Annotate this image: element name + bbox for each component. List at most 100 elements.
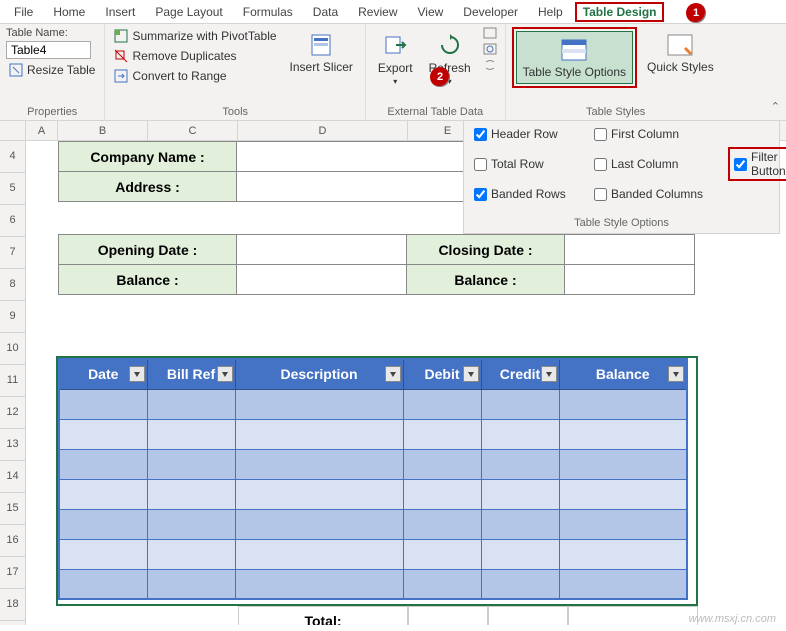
- row-header-11[interactable]: 11: [0, 365, 26, 397]
- date-balance-table: Opening Date : Closing Date : Balance : …: [58, 234, 695, 295]
- th-billref[interactable]: Bill Ref: [147, 359, 235, 389]
- row-header-7[interactable]: 7: [0, 237, 26, 269]
- style-options-icon: [560, 36, 588, 64]
- row-header-13[interactable]: 13: [0, 429, 26, 461]
- col-header-C[interactable]: C: [148, 121, 238, 140]
- closing-balance-cell[interactable]: [565, 265, 695, 295]
- row-header-9[interactable]: 9: [0, 301, 26, 333]
- table-row[interactable]: [59, 509, 687, 539]
- tab-formulas[interactable]: Formulas: [233, 2, 303, 22]
- th-balance[interactable]: Balance: [559, 359, 687, 389]
- table-style-options-button[interactable]: Table Style Options: [516, 31, 633, 84]
- quick-styles-button[interactable]: Quick Styles: [641, 27, 720, 78]
- row-header-18[interactable]: 18: [0, 589, 26, 621]
- filter-icon[interactable]: [668, 366, 684, 382]
- filter-icon[interactable]: [129, 366, 145, 382]
- col-header-B[interactable]: B: [58, 121, 148, 140]
- tab-help[interactable]: Help: [528, 2, 573, 22]
- resize-table-button[interactable]: Resize Table: [6, 61, 98, 79]
- group-label-properties: Properties: [6, 104, 98, 118]
- tab-file[interactable]: File: [4, 2, 43, 22]
- table-row[interactable]: [59, 479, 687, 509]
- row-header-10[interactable]: 10: [0, 333, 26, 365]
- row-header-17[interactable]: 17: [0, 557, 26, 589]
- insert-slicer-button[interactable]: Insert Slicer: [284, 27, 359, 78]
- th-debit[interactable]: Debit: [403, 359, 481, 389]
- ledger-data-table[interactable]: Date Bill Ref Description Debit Credit B…: [58, 358, 688, 600]
- tab-developer[interactable]: Developer: [453, 2, 528, 22]
- table-row[interactable]: [59, 539, 687, 569]
- table-style-options-panel: Header Row First Column Total Row Last C…: [463, 121, 780, 234]
- ribbon-tab-bar: File Home Insert Page Layout Formulas Da…: [0, 0, 786, 24]
- total-balance-cell[interactable]: [568, 606, 698, 625]
- col-header-A[interactable]: A: [26, 121, 58, 140]
- group-label-styles: Table Styles: [512, 104, 720, 118]
- total-debit-cell[interactable]: [408, 606, 488, 625]
- col-header-D[interactable]: D: [238, 121, 408, 140]
- total-credit-cell[interactable]: [488, 606, 568, 625]
- collapse-ribbon-icon[interactable]: ⌃: [771, 100, 780, 113]
- chk-header-row-label: Header Row: [491, 127, 558, 141]
- th-desc-label: Description: [280, 366, 357, 382]
- export-button[interactable]: Export ▾: [372, 27, 419, 90]
- refresh-icon: [436, 31, 464, 59]
- properties-small-icon[interactable]: [483, 27, 499, 41]
- select-all-corner[interactable]: [0, 121, 26, 140]
- ribbon-group-properties: Table Name: Resize Table Properties: [0, 24, 105, 120]
- chk-last-col-label: Last Column: [611, 157, 678, 171]
- slicer-icon: [307, 31, 335, 59]
- open-browser-icon[interactable]: [483, 43, 499, 57]
- tab-table-design[interactable]: Table Design: [583, 5, 657, 19]
- remove-duplicates-button[interactable]: Remove Duplicates: [111, 47, 279, 65]
- chk-header-row[interactable]: Header Row: [474, 127, 584, 141]
- chk-total-row[interactable]: Total Row: [474, 147, 584, 181]
- row-header-19[interactable]: 19: [0, 621, 26, 625]
- slicer-label: Insert Slicer: [290, 61, 353, 74]
- tab-review[interactable]: Review: [348, 2, 407, 22]
- opening-balance-cell[interactable]: [237, 265, 407, 295]
- ribbon: Table Name: Resize Table Properties Summ…: [0, 24, 786, 121]
- row-header-5[interactable]: 5: [0, 173, 26, 205]
- row-header-8[interactable]: 8: [0, 269, 26, 301]
- row-header-16[interactable]: 16: [0, 525, 26, 557]
- tab-view[interactable]: View: [408, 2, 454, 22]
- tab-home[interactable]: Home: [43, 2, 95, 22]
- unlink-icon[interactable]: [483, 59, 499, 73]
- th-billref-label: Bill Ref: [167, 366, 215, 382]
- total-row: Total:: [58, 606, 698, 625]
- table-name-input[interactable]: [6, 41, 91, 59]
- filter-button-callout: Filter Button: [728, 147, 786, 181]
- filter-icon[interactable]: [217, 366, 233, 382]
- summarize-pivot-button[interactable]: Summarize with PivotTable: [111, 27, 279, 45]
- convert-range-button[interactable]: Convert to Range: [111, 67, 279, 85]
- row-header-12[interactable]: 12: [0, 397, 26, 429]
- tab-insert[interactable]: Insert: [95, 2, 145, 22]
- table-row[interactable]: [59, 419, 687, 449]
- chk-filter-button[interactable]: Filter Button: [734, 150, 786, 178]
- filter-icon[interactable]: [385, 366, 401, 382]
- row-header-4[interactable]: 4: [0, 141, 26, 173]
- opening-date-cell[interactable]: [237, 235, 407, 265]
- row-header-6[interactable]: 6: [0, 205, 26, 237]
- th-credit[interactable]: Credit: [481, 359, 559, 389]
- th-date[interactable]: Date: [59, 359, 147, 389]
- table-row[interactable]: [59, 449, 687, 479]
- closing-date-cell[interactable]: [565, 235, 695, 265]
- ribbon-group-tools: Summarize with PivotTable Remove Duplica…: [105, 24, 365, 120]
- table-row[interactable]: [59, 389, 687, 419]
- chk-last-column[interactable]: Last Column: [594, 147, 714, 181]
- row-header-15[interactable]: 15: [0, 493, 26, 525]
- th-credit-label: Credit: [500, 366, 540, 382]
- chk-banded-cols-label: Banded Columns: [611, 187, 703, 201]
- filter-icon[interactable]: [463, 366, 479, 382]
- chk-banded-columns[interactable]: Banded Columns: [594, 187, 714, 201]
- table-style-options-callout: Table Style Options: [512, 27, 637, 88]
- tab-page-layout[interactable]: Page Layout: [145, 2, 232, 22]
- th-description[interactable]: Description: [235, 359, 403, 389]
- chk-first-column[interactable]: First Column: [594, 127, 714, 141]
- filter-icon[interactable]: [541, 366, 557, 382]
- tab-data[interactable]: Data: [303, 2, 348, 22]
- table-row[interactable]: [59, 569, 687, 599]
- row-header-14[interactable]: 14: [0, 461, 26, 493]
- chk-banded-rows[interactable]: Banded Rows: [474, 187, 584, 201]
